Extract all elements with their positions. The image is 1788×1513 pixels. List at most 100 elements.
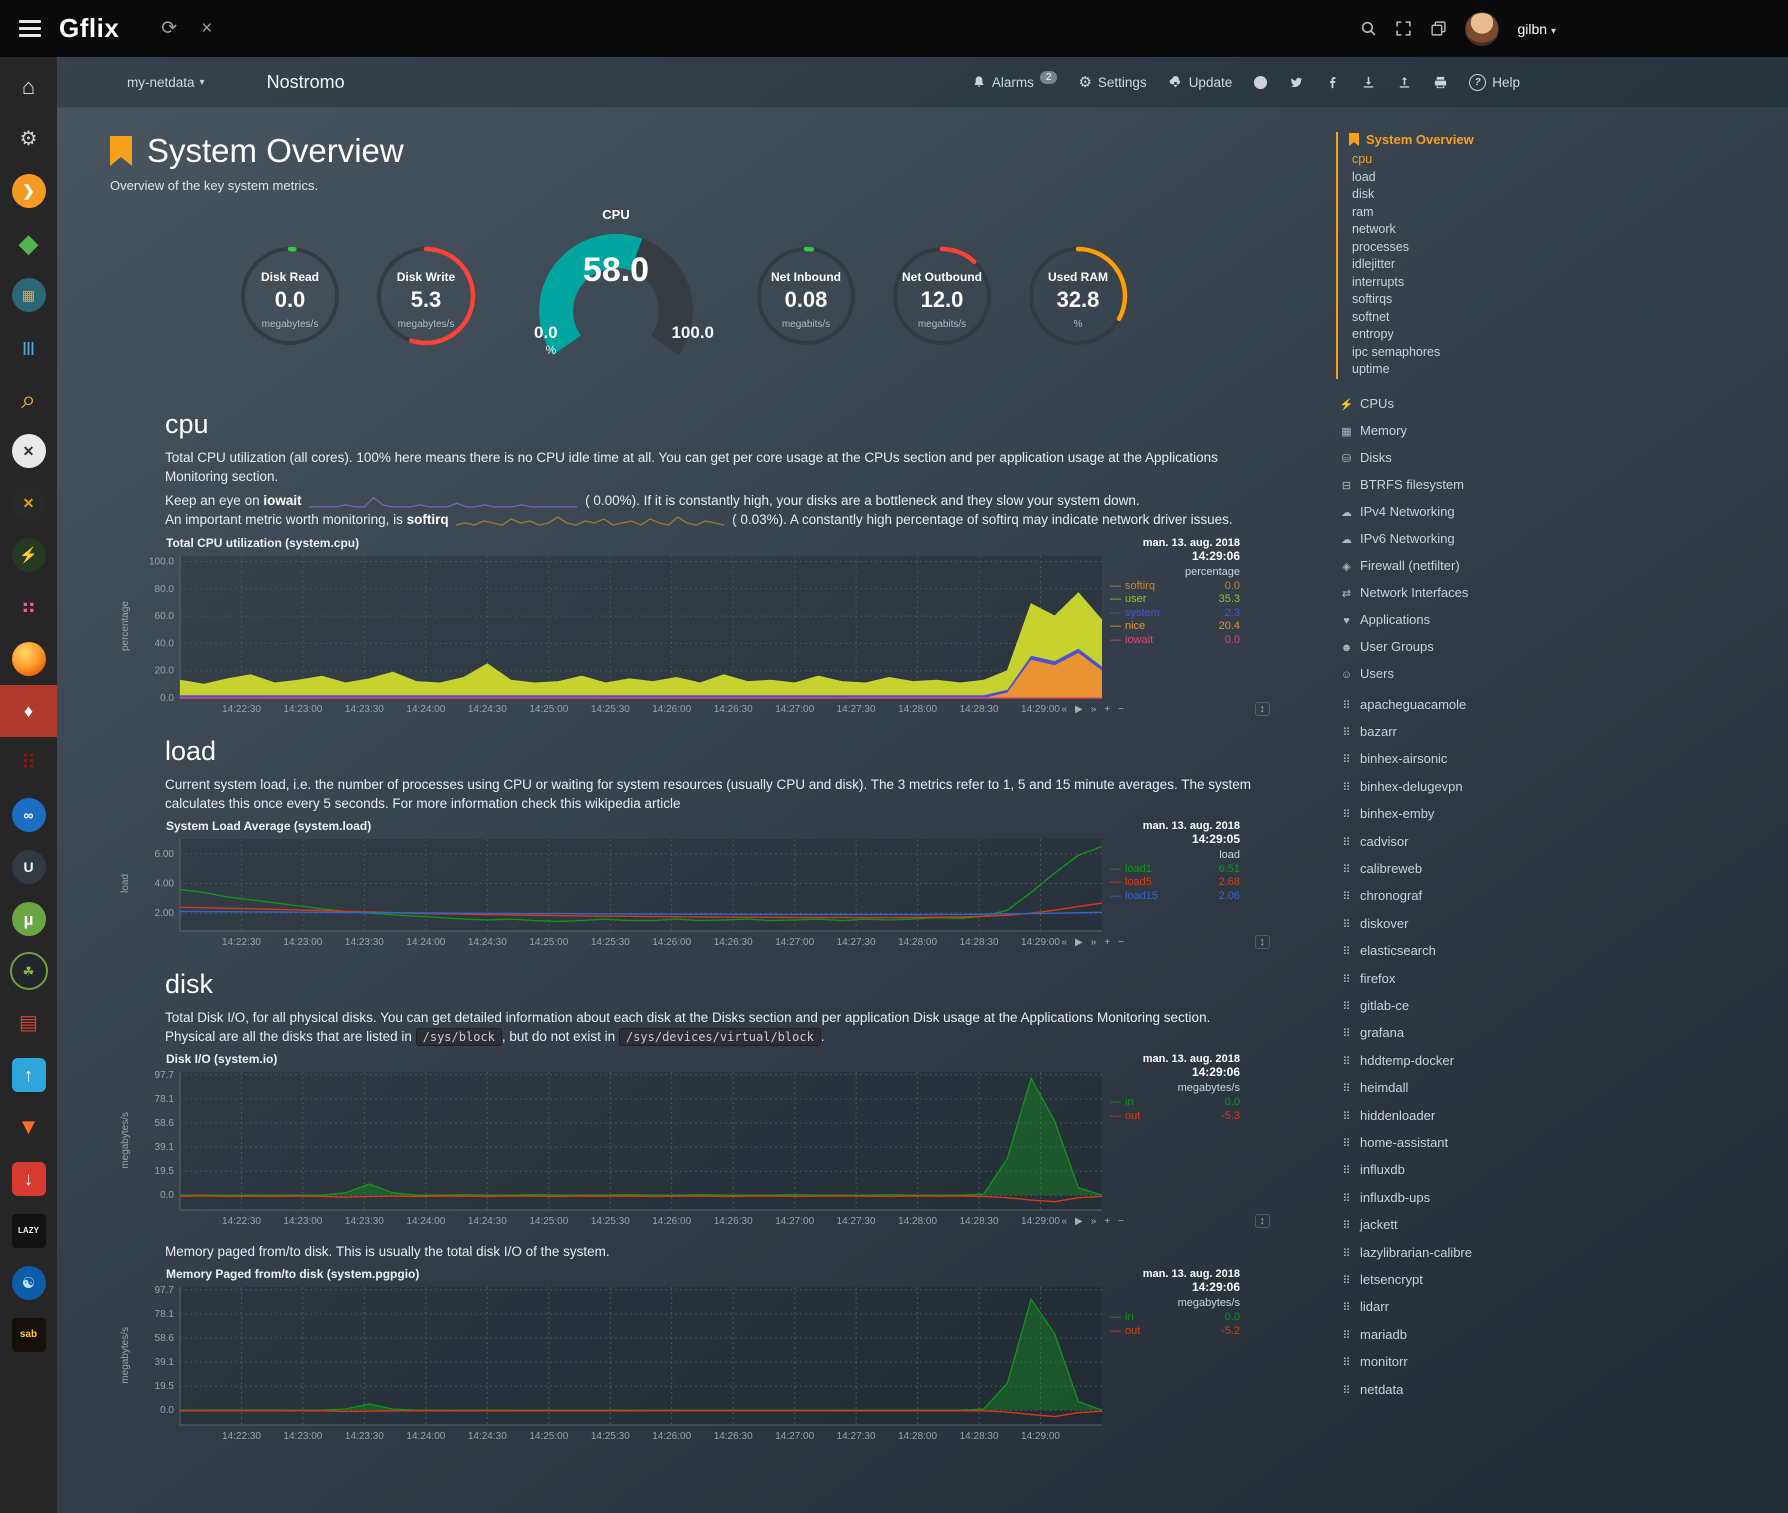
menu-section[interactable]: ◈Firewall (netfilter) — [1337, 553, 1788, 580]
menu-app[interactable]: ⠿home-assistant — [1337, 1130, 1788, 1157]
menu-app[interactable]: ⠿grafana — [1337, 1020, 1788, 1047]
resize-handle-icon[interactable]: ↕ — [1255, 702, 1271, 716]
app-shortcut[interactable]: LAZY — [0, 1205, 57, 1257]
menu-section[interactable]: ⊟BTRFS filesystem — [1337, 472, 1788, 499]
menu-item-system-overview[interactable]: System Overview — [1349, 132, 1788, 147]
menu-subitem[interactable]: entropy — [1352, 326, 1788, 344]
app-shortcut[interactable]: ☯ — [0, 1257, 57, 1309]
menu-app[interactable]: ⠿influxdb-ups — [1337, 1185, 1788, 1212]
user-avatar[interactable] — [1465, 12, 1499, 46]
zoom-out-icon[interactable]: − — [1118, 1216, 1124, 1227]
menu-app[interactable]: ⠿jackett — [1337, 1212, 1788, 1239]
menu-subitem[interactable]: cpu — [1352, 151, 1788, 169]
menu-app[interactable]: ⠿diskover — [1337, 911, 1788, 938]
menu-subitem[interactable]: processes — [1352, 239, 1788, 257]
load-chart-plot[interactable]: 14:22:3014:23:0014:23:3014:24:0014:24:30… — [134, 833, 1106, 949]
app-shortcut[interactable]: ❯ — [0, 165, 57, 217]
app-shortcut[interactable]: ◆ — [0, 217, 57, 269]
legend-row[interactable]: —system 2.3 — [1110, 607, 1240, 621]
app-shortcut[interactable]: ⌂ — [0, 61, 57, 113]
menu-app[interactable]: ⠿letsencrypt — [1337, 1267, 1788, 1294]
app-shortcut[interactable]: ▦ — [0, 269, 57, 321]
menu-app[interactable]: ⠿binhex-delugevpn — [1337, 774, 1788, 801]
app-shortcut[interactable]: ♦ — [0, 685, 57, 737]
menu-section[interactable]: ☺Users — [1337, 661, 1788, 688]
user-menu[interactable]: gilbn ▾ — [1517, 21, 1556, 37]
menu-subitem[interactable]: softirqs — [1352, 291, 1788, 309]
fullscreen-icon[interactable] — [1395, 20, 1412, 37]
pan-right-icon[interactable]: » — [1091, 1216, 1097, 1227]
facebook-icon[interactable] — [1325, 75, 1340, 90]
app-shortcut[interactable]: ∞ — [0, 789, 57, 841]
menu-subitem[interactable]: softnet — [1352, 309, 1788, 327]
legend-row[interactable]: —softirq 0.0 — [1110, 580, 1240, 594]
menu-subitem[interactable]: ram — [1352, 204, 1788, 222]
app-shortcut[interactable]: ⠿ — [0, 737, 57, 789]
app-shortcut[interactable]: ↓ — [0, 1153, 57, 1205]
legend-row[interactable]: —in 0.0 — [1110, 1311, 1240, 1325]
menu-subitem[interactable]: load — [1352, 169, 1788, 187]
legend-row[interactable]: —load1 6.51 — [1110, 863, 1240, 877]
menu-section[interactable]: ▦Memory — [1337, 418, 1788, 445]
app-shortcut[interactable]: ⚙ — [0, 113, 57, 165]
app-shortcut[interactable]: ☘ — [0, 945, 57, 997]
resize-handle-icon[interactable]: ↕ — [1255, 935, 1271, 949]
menu-app[interactable]: ⠿firefox — [1337, 966, 1788, 993]
update-button[interactable]: Update — [1168, 75, 1233, 90]
legend-row[interactable]: —out -5.2 — [1110, 1325, 1240, 1339]
app-shortcut[interactable]: ||| — [0, 321, 57, 373]
app-shortcut[interactable] — [0, 633, 57, 685]
settings-button[interactable]: ⚙Settings — [1078, 75, 1146, 90]
memory-chart-plot[interactable]: 14:22:3014:23:0014:23:3014:24:0014:24:30… — [134, 1281, 1106, 1443]
gauge-cpu[interactable]: CPU 58.0 0.0 100.0 % — [510, 211, 722, 369]
gauge-disk-read[interactable]: Disk Read 0.0 megabytes/s — [222, 237, 358, 389]
zoom-in-icon[interactable]: + — [1104, 1216, 1110, 1227]
help-button[interactable]: ?Help — [1469, 74, 1520, 91]
refresh-icon[interactable]: ⟳ — [161, 19, 177, 38]
menu-app[interactable]: ⠿apacheguacamole — [1337, 692, 1788, 719]
play-icon[interactable]: ▶ — [1075, 1216, 1083, 1227]
menu-app[interactable]: ⠿heimdall — [1337, 1075, 1788, 1102]
menu-app[interactable]: ⠿influxdb — [1337, 1157, 1788, 1184]
disk-chart-plot[interactable]: 14:22:3014:23:0014:23:3014:24:0014:24:30… — [134, 1066, 1106, 1228]
menu-app[interactable]: ⠿gitlab-ce — [1337, 993, 1788, 1020]
server-dropdown[interactable]: my-netdata▾ — [127, 75, 205, 90]
menu-subitem[interactable]: idlejitter — [1352, 256, 1788, 274]
app-shortcut[interactable]: ⚡ — [0, 529, 57, 581]
legend-row[interactable]: —out -5.3 — [1110, 1110, 1240, 1124]
menu-subitem[interactable]: uptime — [1352, 361, 1788, 379]
menu-subitem[interactable]: network — [1352, 221, 1788, 239]
app-shortcut[interactable]: ✕ — [0, 425, 57, 477]
pan-left-icon[interactable]: « — [1061, 704, 1067, 715]
app-shortcut[interactable]: ▼ — [0, 1101, 57, 1153]
app-shortcut[interactable]: ⌕ — [0, 373, 57, 425]
legend-row[interactable]: —iowait 0.0 — [1110, 634, 1240, 648]
legend-row[interactable]: —load5 2.68 — [1110, 876, 1240, 890]
legend-row[interactable]: —in 0.0 — [1110, 1096, 1240, 1110]
menu-app[interactable]: ⠿hddtemp-docker — [1337, 1048, 1788, 1075]
twitter-icon[interactable] — [1289, 75, 1304, 90]
pan-right-icon[interactable]: » — [1091, 704, 1097, 715]
close-icon[interactable]: × — [201, 19, 212, 38]
menu-app[interactable]: ⠿monitorr — [1337, 1349, 1788, 1376]
menu-app[interactable]: ⠿cadvisor — [1337, 829, 1788, 856]
resize-handle-icon[interactable]: ↕ — [1255, 1214, 1271, 1228]
legend-row[interactable]: —nice 20.4 — [1110, 620, 1240, 634]
menu-section[interactable]: ☁IPv6 Networking — [1337, 526, 1788, 553]
app-shortcut[interactable]: ▤ — [0, 997, 57, 1049]
gauge-used-ram[interactable]: Used RAM 32.8 % — [1010, 237, 1146, 389]
app-shortcut[interactable]: ↑ — [0, 1049, 57, 1101]
menu-app[interactable]: ⠿lazylibrarian-calibre — [1337, 1240, 1788, 1267]
menu-subitem[interactable]: ipc semaphores — [1352, 344, 1788, 362]
alarms-button[interactable]: Alarms2 — [972, 75, 1058, 90]
windows-icon[interactable] — [1430, 20, 1447, 37]
app-shortcut[interactable]: ⠶ — [0, 581, 57, 633]
menu-section[interactable]: ☻User Groups — [1337, 634, 1788, 661]
hamburger-menu-icon[interactable] — [19, 16, 41, 41]
upload-icon[interactable] — [1397, 75, 1412, 90]
menu-section[interactable]: ☁IPv4 Networking — [1337, 499, 1788, 526]
app-shortcut[interactable]: U — [0, 841, 57, 893]
menu-app[interactable]: ⠿elasticsearch — [1337, 938, 1788, 965]
zoom-in-icon[interactable]: + — [1104, 704, 1110, 715]
menu-section[interactable]: ⚡CPUs — [1337, 391, 1788, 418]
